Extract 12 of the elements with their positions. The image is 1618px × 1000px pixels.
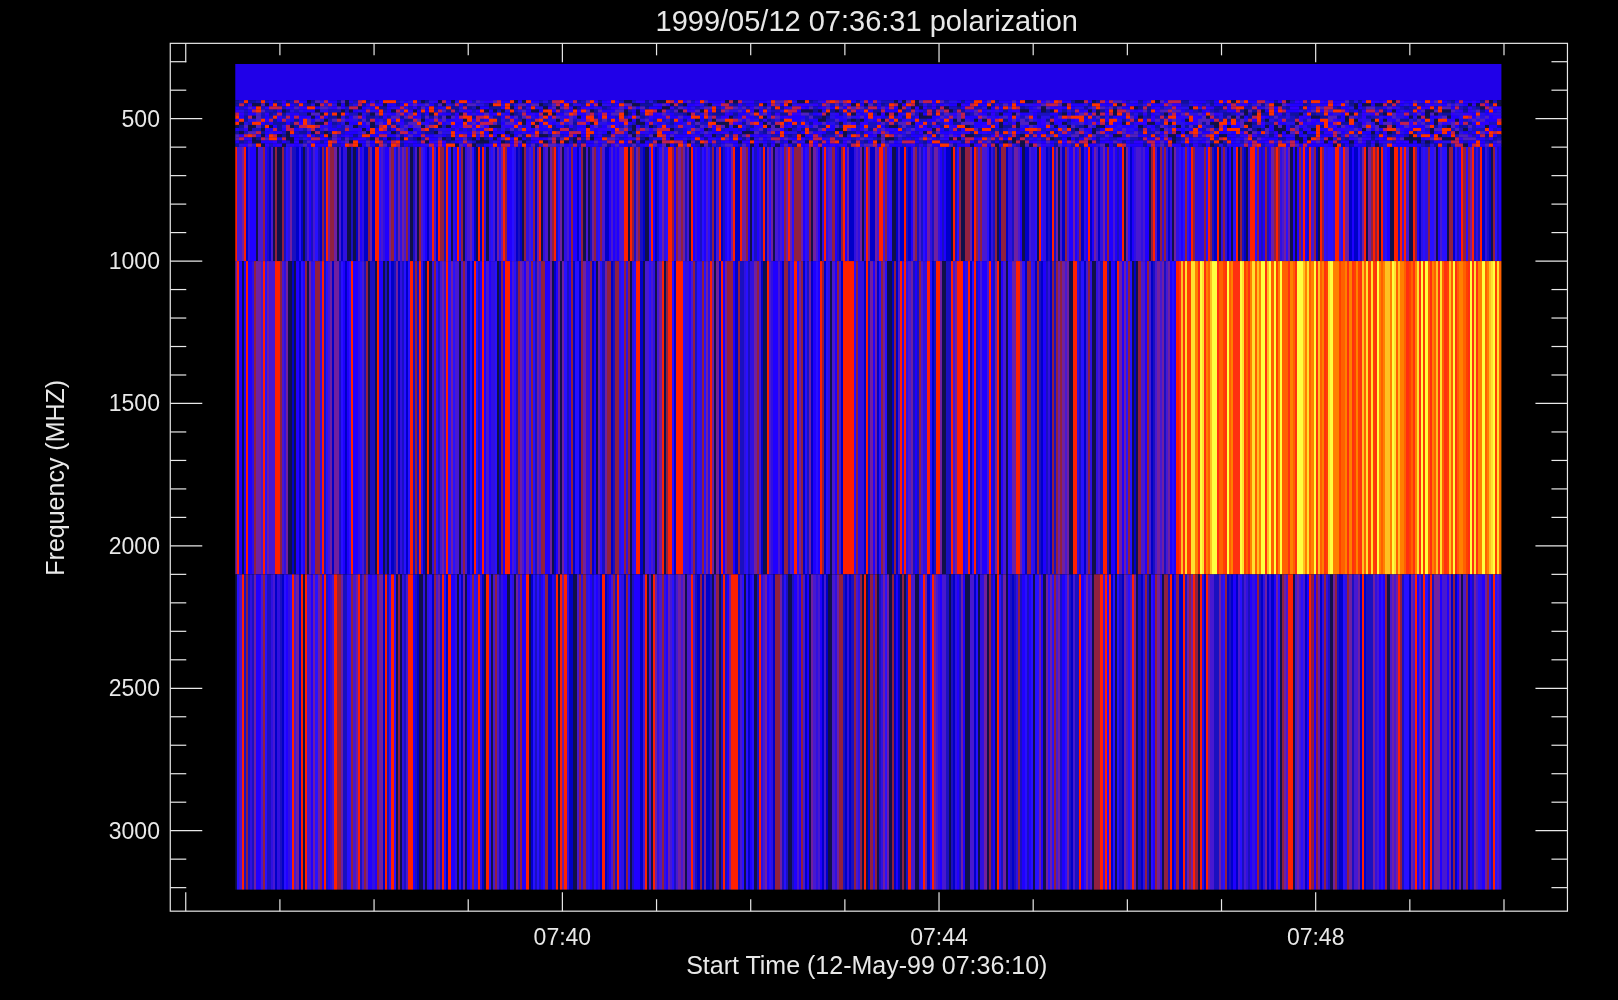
tick-label: 500 <box>121 105 160 132</box>
axis-label: Frequency (MHZ) <box>41 379 69 576</box>
chart-title: 1999/05/12 07:36:31 polarization <box>655 4 1079 37</box>
tick-label: 1000 <box>108 248 160 275</box>
axis-label: Start Time (12-May-99 07:36:10) <box>686 951 1048 980</box>
tick-label: 2000 <box>108 532 160 559</box>
tick-label: 3000 <box>108 817 160 844</box>
tick-label: 1500 <box>108 390 160 417</box>
tick-label: 07:48 <box>1286 924 1345 950</box>
tick-label: 2500 <box>108 675 160 702</box>
tick-label: 07:44 <box>910 924 968 950</box>
tick-label: 07:40 <box>533 924 592 950</box>
